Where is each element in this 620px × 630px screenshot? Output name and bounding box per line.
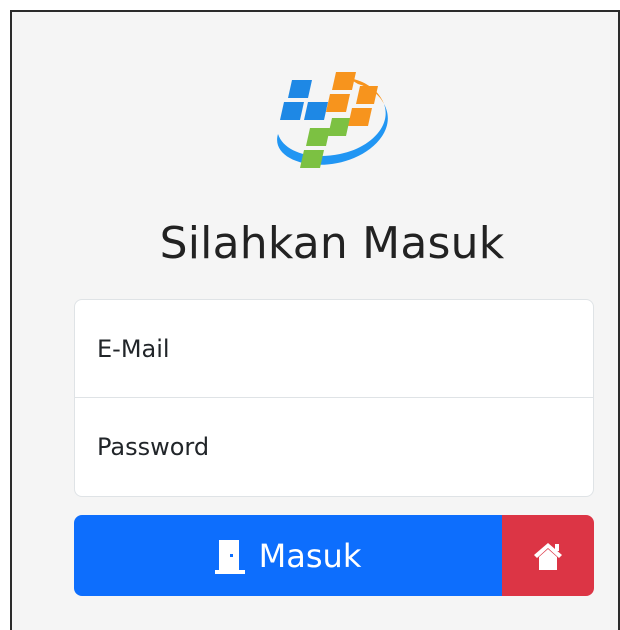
login-form	[74, 299, 594, 497]
login-button-label: Masuk	[258, 536, 362, 575]
page-title: Silahkan Masuk	[159, 218, 505, 269]
login-button[interactable]: Masuk	[74, 515, 502, 596]
email-field-row	[75, 300, 593, 398]
login-panel: Silahkan Masuk Masuk	[10, 10, 620, 630]
home-button[interactable]	[502, 515, 594, 596]
door-icon	[214, 539, 245, 574]
home-icon	[534, 542, 562, 570]
password-field[interactable]	[97, 433, 567, 461]
email-field[interactable]	[97, 334, 567, 363]
password-field-row	[75, 398, 593, 496]
logo-icon	[277, 72, 388, 168]
action-buttons: Masuk	[74, 515, 594, 596]
